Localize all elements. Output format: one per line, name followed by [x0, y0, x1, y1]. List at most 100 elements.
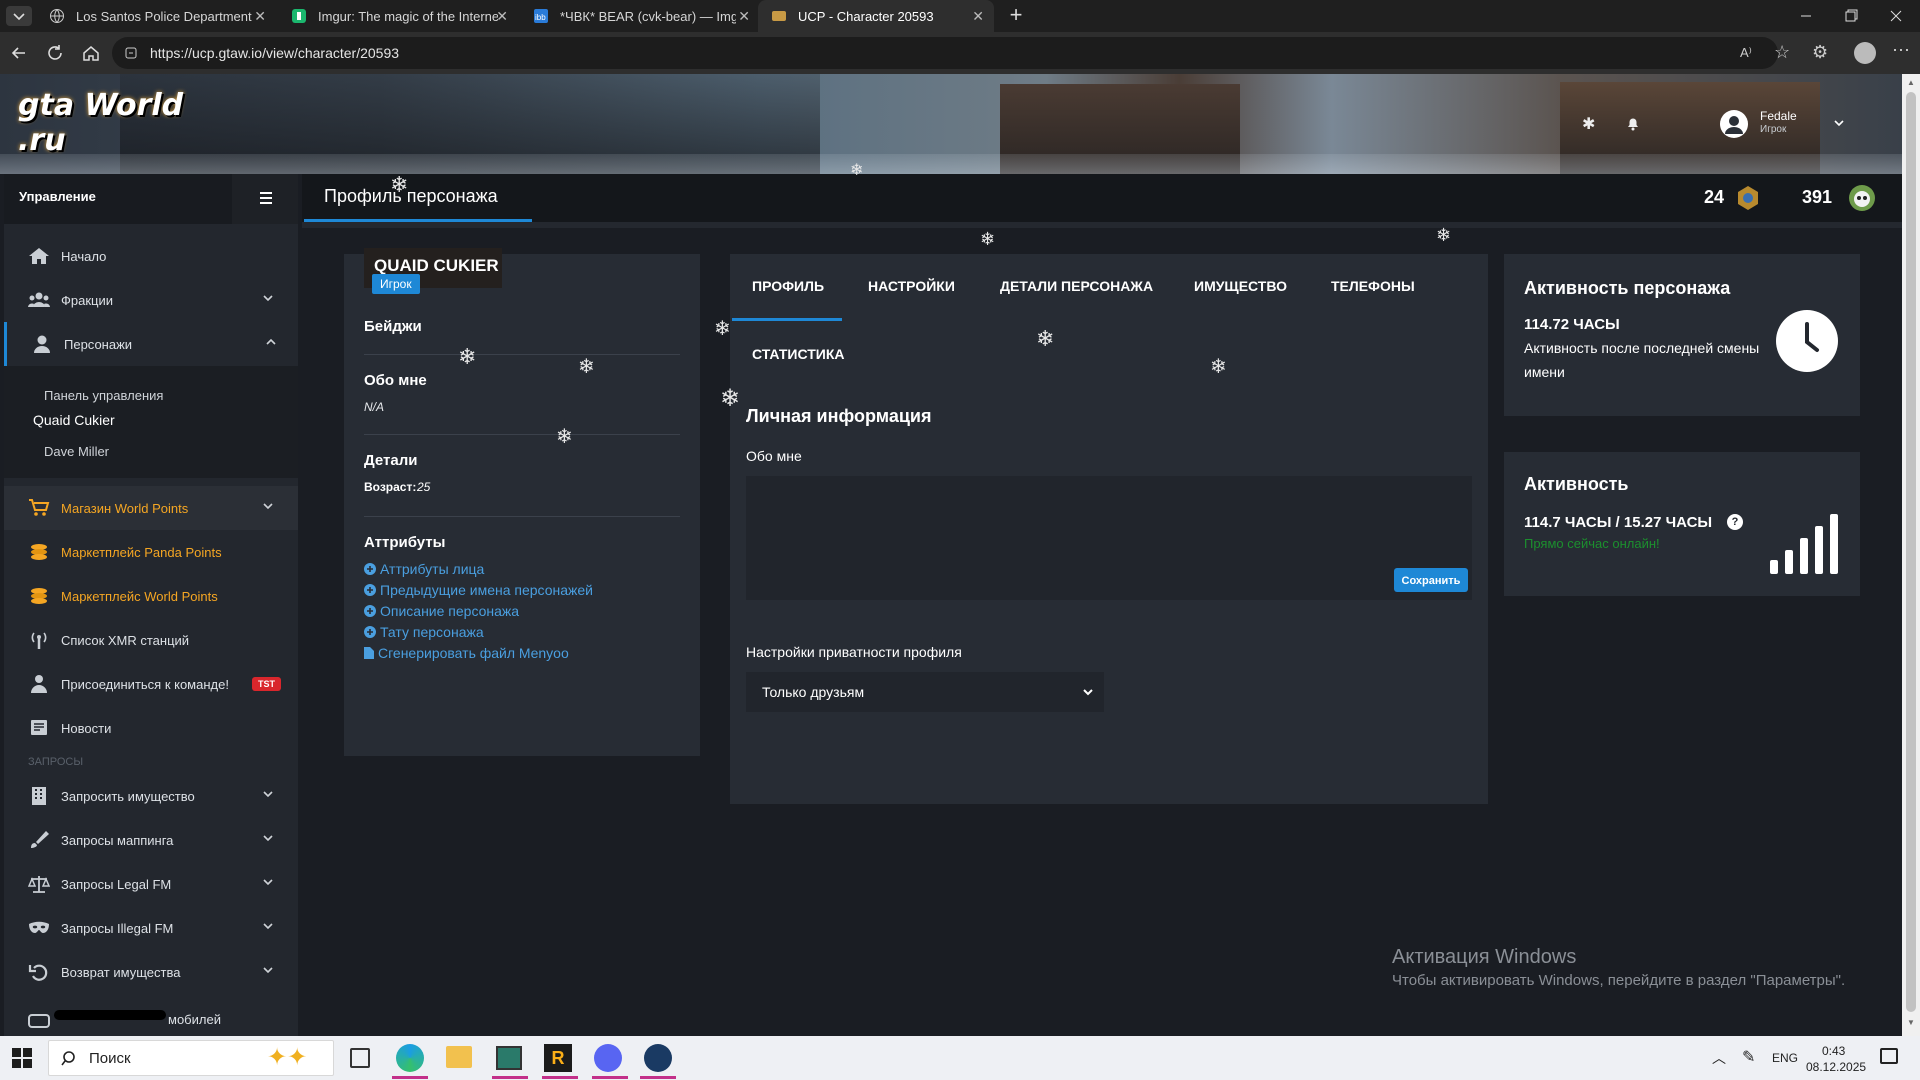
tab-imgbb[interactable]: ibb *ЧВК* BEAR (cvk-bear) — ImgBB ✕	[520, 0, 760, 32]
discord-taskbar-icon[interactable]	[594, 1044, 622, 1072]
generate-menyoo-link[interactable]: Сгенерировать файл Menyoo	[364, 644, 569, 662]
taskbar-active-indicator	[592, 1076, 628, 1079]
app-taskbar-icon[interactable]	[496, 1046, 522, 1070]
site-logo[interactable]: gta World .ru	[18, 88, 198, 158]
back-button[interactable]	[8, 42, 30, 64]
snowflake-icon: ❄	[980, 229, 996, 249]
rockstar-taskbar-icon[interactable]: R	[544, 1044, 572, 1072]
address-bar: https://ucp.gtaw.io/view/character/20593…	[0, 32, 1920, 74]
user-name: Fedale	[1760, 109, 1797, 123]
scroll-down-arrow[interactable]: ▼	[1907, 1018, 1915, 1027]
attribute-link-tattoos[interactable]: Тату персонажа	[364, 623, 484, 641]
profile-avatar-icon[interactable]	[1854, 42, 1876, 64]
sidebar-item-legal-fm[interactable]: Запросы Legal FM	[4, 862, 298, 906]
search-icon	[61, 1051, 75, 1066]
sidebar-item-xmr[interactable]: Список XMR станций	[4, 618, 298, 662]
notifications-icon[interactable]	[1880, 1048, 1898, 1064]
minimize-button[interactable]	[1796, 6, 1816, 26]
snowflake-icon: ❄	[556, 426, 573, 448]
close-window-button[interactable]	[1886, 6, 1906, 26]
steam-taskbar-icon[interactable]	[644, 1044, 672, 1072]
tab-property[interactable]: ИМУЩЕСТВО	[1194, 278, 1287, 294]
tab-character-details[interactable]: ДЕТАЛИ ПЕРСОНАЖА	[1000, 278, 1153, 294]
tab-title: UCP - Character 20593	[798, 8, 934, 24]
sidebar-item-wp-market[interactable]: Маркетплейс World Points	[4, 574, 298, 618]
attribute-link-description[interactable]: Описание персонажа	[364, 602, 519, 620]
sidebar-item-mapping[interactable]: Запросы маппинга	[4, 818, 298, 862]
sidebar: Управление Начало Фракции Персонажи Пане…	[4, 174, 298, 1036]
sidebar-item-panda-market[interactable]: Маркетплейс Panda Points	[4, 530, 298, 574]
tray-overflow-icon[interactable]: ︿	[1712, 1048, 1726, 1068]
attribute-link-prev-names[interactable]: Предыдущие имена персонажей	[364, 581, 593, 599]
favorite-star-icon[interactable]: ☆	[1774, 42, 1790, 63]
reload-button[interactable]	[44, 42, 66, 64]
tab-profile[interactable]: ПРОФИЛЬ	[752, 278, 824, 294]
notification-bell-icon[interactable]	[1624, 114, 1642, 132]
pen-icon[interactable]: ✎	[1742, 1047, 1755, 1067]
taskbar-search[interactable]: Поиск ✦✦	[48, 1040, 334, 1076]
tab-ucp[interactable]: UCP - Character 20593 ✕	[758, 0, 994, 32]
chevron-down-icon	[263, 967, 273, 974]
tab-imgur[interactable]: Imgur: The magic of the Internet ✕	[278, 0, 518, 32]
sidebar-item-shop[interactable]: Магазин World Points	[4, 486, 298, 530]
tab-lspd[interactable]: Los Santos Police Department - H ✕	[36, 0, 276, 32]
privacy-select[interactable]: Только друзьям	[746, 672, 1104, 712]
user-menu[interactable]: Fedale Игрок	[1716, 108, 1886, 142]
menu-dots-icon[interactable]: ⋯	[1892, 40, 1910, 61]
explorer-taskbar-icon[interactable]	[446, 1046, 472, 1068]
tab-settings[interactable]: НАСТРОЙКИ	[868, 278, 955, 294]
about-textarea[interactable]	[746, 476, 1472, 600]
maximize-button[interactable]	[1841, 6, 1861, 26]
clock-time[interactable]: 0:43	[1822, 1044, 1845, 1058]
sidebar-item-cut[interactable]: мобилей	[4, 1010, 298, 1036]
home-button[interactable]	[80, 42, 102, 64]
close-icon[interactable]: ✕	[972, 8, 984, 25]
help-icon[interactable]: ?	[1727, 514, 1743, 530]
task-view-icon[interactable]	[350, 1048, 370, 1068]
page-scrollbar[interactable]: ▲ ▼	[1902, 74, 1920, 1036]
submenu-item-dashboard[interactable]: Панель управления	[44, 388, 163, 403]
sidebar-item-home[interactable]: Начало	[4, 234, 298, 278]
sidebar-item-illegal-fm[interactable]: Запросы Illegal FM	[4, 906, 298, 950]
submenu-item-dave[interactable]: Dave Miller	[44, 444, 109, 459]
sidebar-item-join-team[interactable]: Присоединиться к команде! TST	[4, 662, 298, 706]
close-icon[interactable]: ✕	[496, 8, 508, 25]
character-activity-desc: Активность после последней смены имени	[1524, 340, 1760, 380]
sidebar-item-factions[interactable]: Фракции	[4, 278, 298, 322]
sidebar-item-news[interactable]: Новости	[4, 706, 298, 750]
tab-phones[interactable]: ТЕЛЕФОНЫ	[1331, 278, 1415, 294]
submenu-item-quaid[interactable]: Quaid Cukier	[33, 412, 115, 428]
imgbb-icon: ibb	[532, 7, 550, 25]
tab-statistics[interactable]: СТАТИСТИКА	[752, 346, 845, 362]
sidebar-item-characters[interactable]: Персонажи	[4, 322, 298, 366]
settings-icon[interactable]: ✱	[1582, 114, 1600, 133]
site-info-icon[interactable]	[124, 46, 138, 60]
close-icon[interactable]: ✕	[738, 8, 750, 25]
sidebar-item-label: Персонажи	[64, 337, 133, 352]
sidebar-item-request-property[interactable]: Запросить имущество	[4, 774, 298, 818]
start-button[interactable]	[12, 1048, 32, 1068]
section-title: Личная информация	[746, 406, 932, 426]
snowflake-icon: ❄	[850, 162, 864, 179]
tab-actions-button[interactable]	[6, 6, 32, 26]
save-button[interactable]: Сохранить	[1394, 568, 1468, 592]
sidebar-item-label: Список XMR станций	[61, 633, 190, 648]
new-tab-button[interactable]: +	[1004, 4, 1028, 28]
banner-snow-ground	[0, 154, 1902, 174]
panda-points-icon	[1848, 184, 1876, 212]
clock-date[interactable]: 08.12.2025	[1806, 1060, 1866, 1074]
edge-taskbar-icon[interactable]	[396, 1044, 424, 1072]
attribute-link-face[interactable]: Аттрибуты лица	[364, 560, 484, 578]
language-indicator[interactable]: ENG	[1772, 1051, 1798, 1065]
close-icon[interactable]: ✕	[254, 8, 266, 25]
character-activity-card: Активность персонажа 114.72 ЧАСЫ Активно…	[1504, 254, 1860, 416]
sidebar-item-property-return[interactable]: Возврат имущества	[4, 950, 298, 994]
scroll-thumb[interactable]	[1906, 92, 1916, 1012]
read-aloud-icon[interactable]: A⁾	[1740, 45, 1752, 61]
snowflake-icon: ❄	[720, 385, 741, 412]
url-field[interactable]: https://ucp.gtaw.io/view/character/20593…	[112, 37, 1790, 69]
page-title: Профиль персонажа	[324, 186, 498, 206]
scroll-up-arrow[interactable]: ▲	[1907, 78, 1915, 87]
extensions-icon[interactable]: ⚙	[1812, 42, 1828, 63]
sidebar-toggle-button[interactable]	[232, 174, 298, 224]
